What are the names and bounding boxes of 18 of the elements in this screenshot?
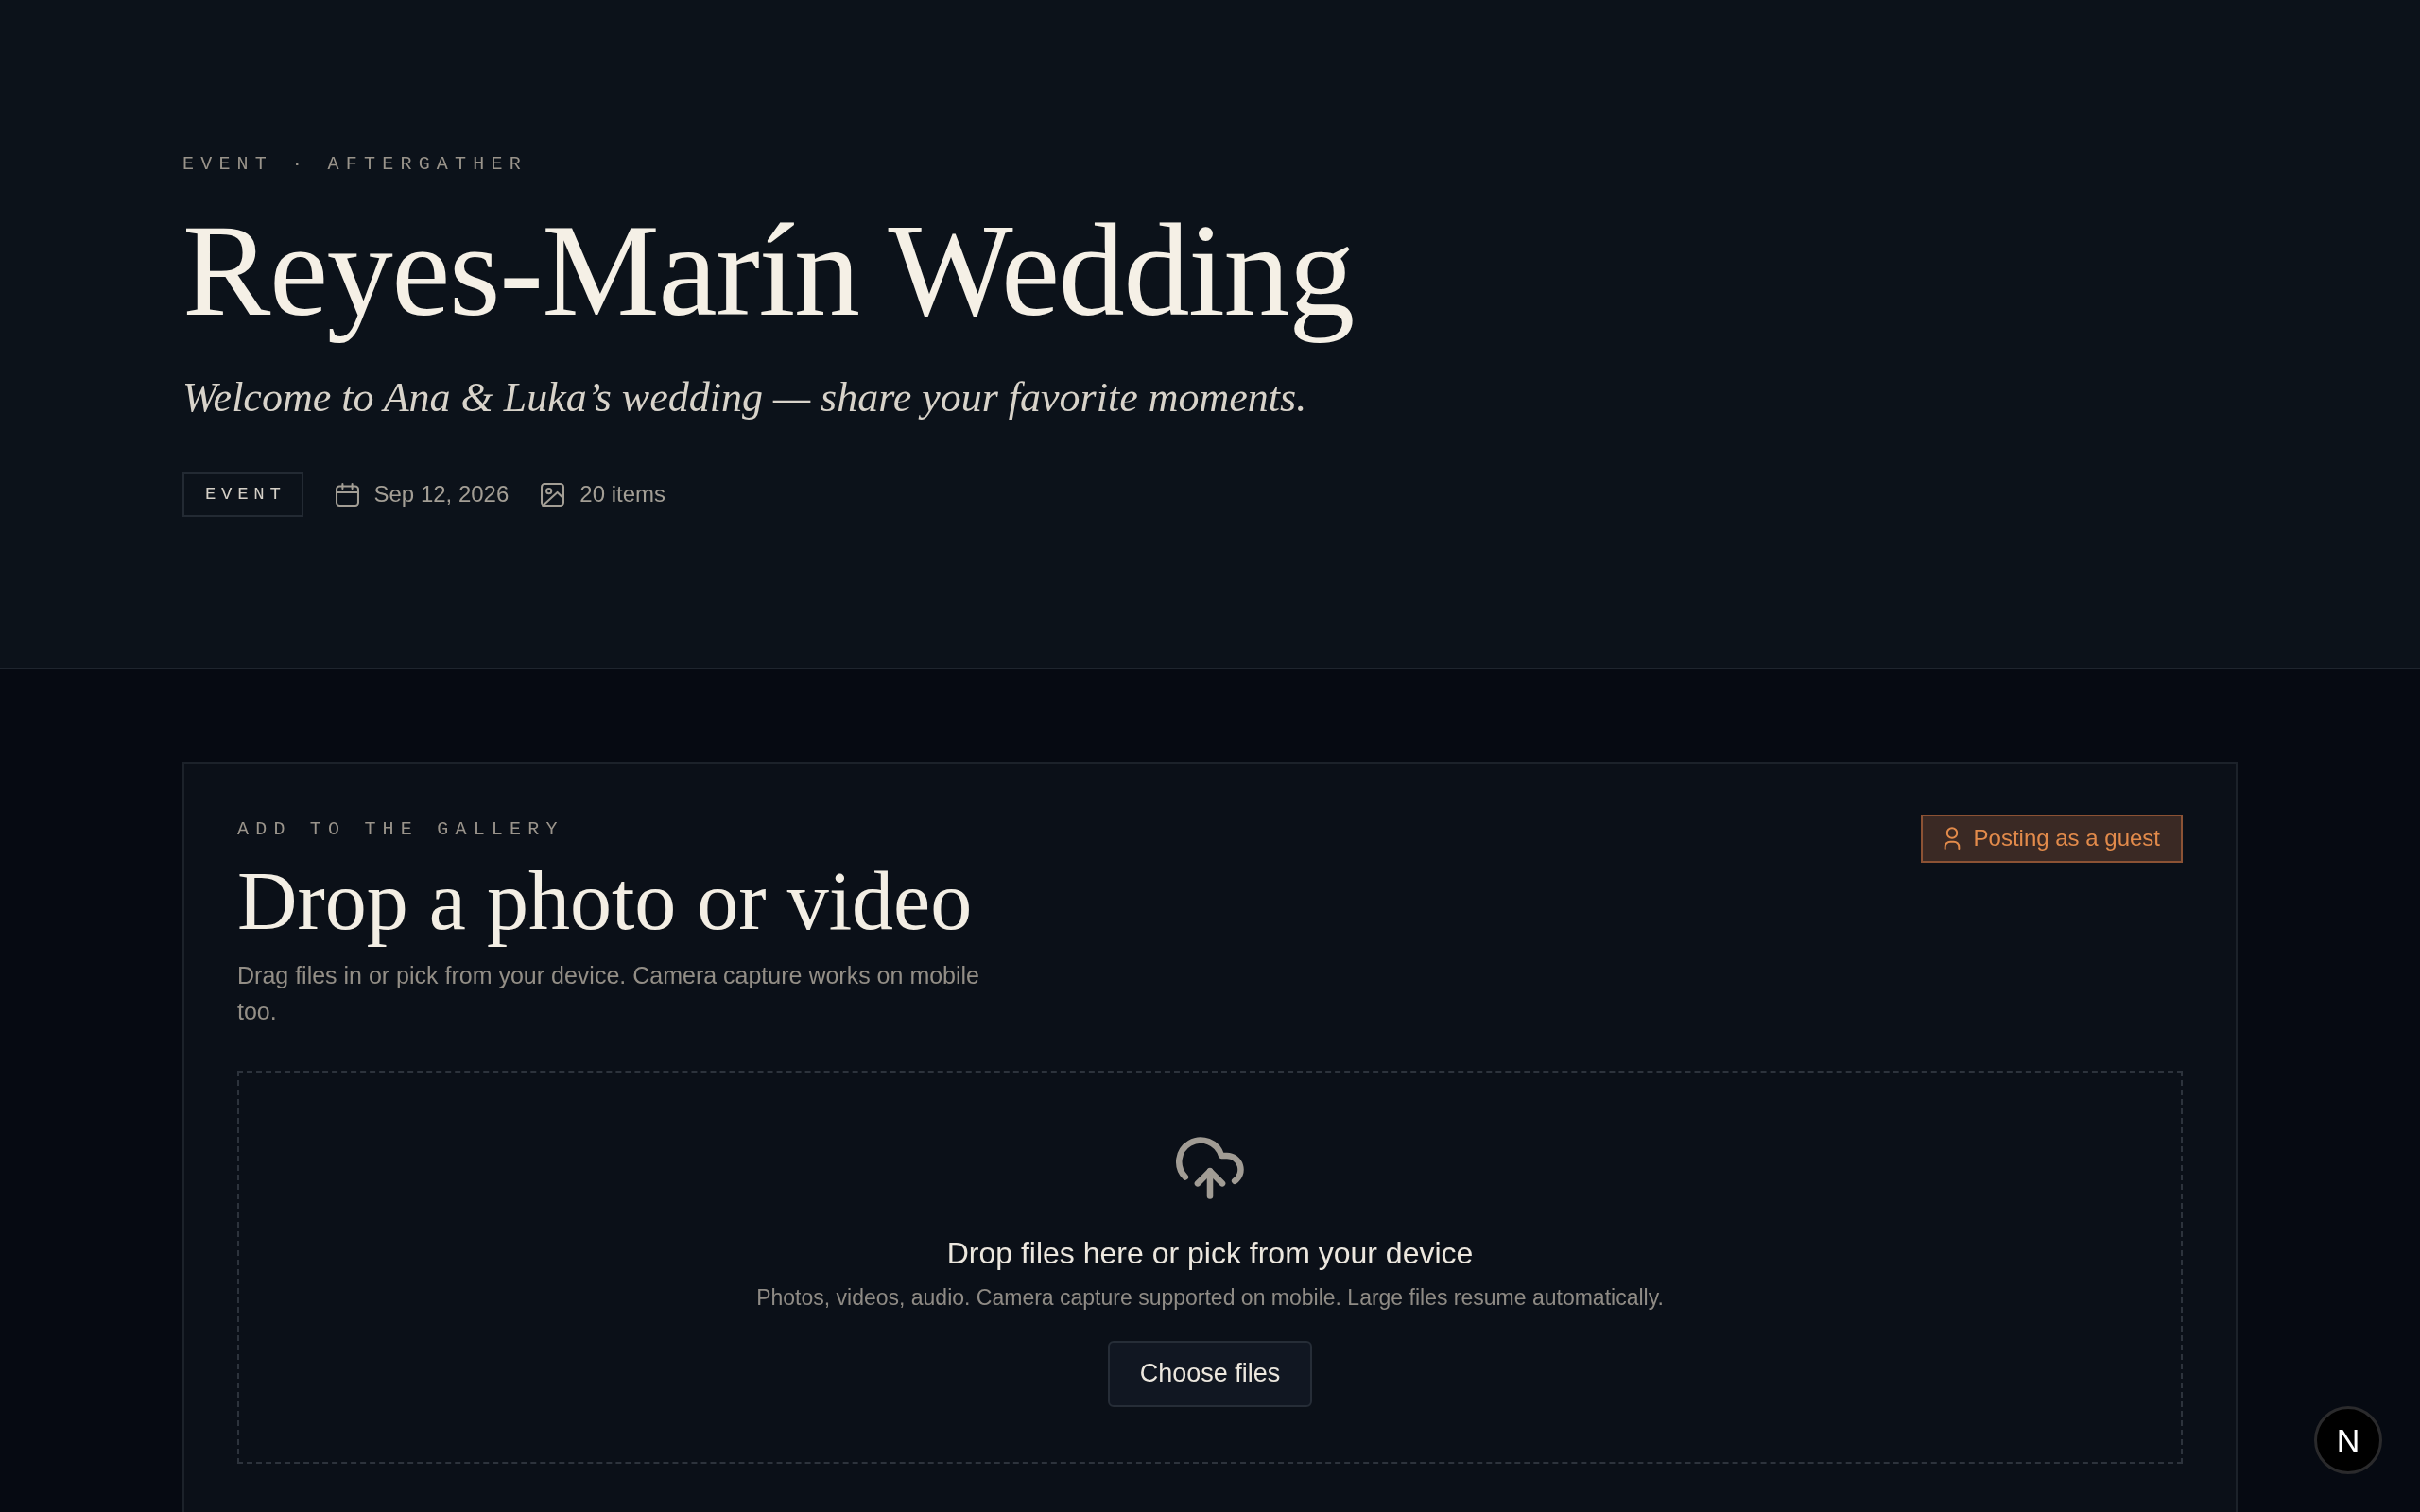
event-date: Sep 12, 2026 [373,480,510,509]
choose-files-button[interactable]: Choose files [1107,1341,1313,1407]
drop-zone-hint: Photos, videos, audio. Camera capture supported on mobile. Large files resume automatically. [756,1284,1664,1313]
calendar-icon [335,483,359,507]
card-title: Drop a photo or video [237,856,974,948]
user-icon [1943,827,1961,850]
card-description: Drag files in or pick from your device. Camera capture works on mobile too. [237,960,981,1026]
drop-zone[interactable]: Drop files here or pick from your device Photos, videos, audio. Camera capture supported on mobile. Large files resume automatically. Choose files [237,1070,2183,1464]
guest-badge-label: Posting as a guest [1973,825,2160,852]
item-count: 20 items [579,480,666,509]
page-title: Reyes-Marín Wedding [182,198,1355,342]
eyebrow-label: EVENT · AFTERGATHER [182,155,528,174]
eyebrow-label: ADD TO THE GALLERY [237,820,565,839]
event-tag: EVENT [182,472,303,517]
drop-zone-title: Drop files here or pick from your device [946,1234,1474,1272]
image-icon [541,483,565,507]
tagline: Welcome to Ana & Luka’s wedding — share your favorite moments. [182,373,1308,423]
cloud-upload-icon [1175,1136,1245,1199]
